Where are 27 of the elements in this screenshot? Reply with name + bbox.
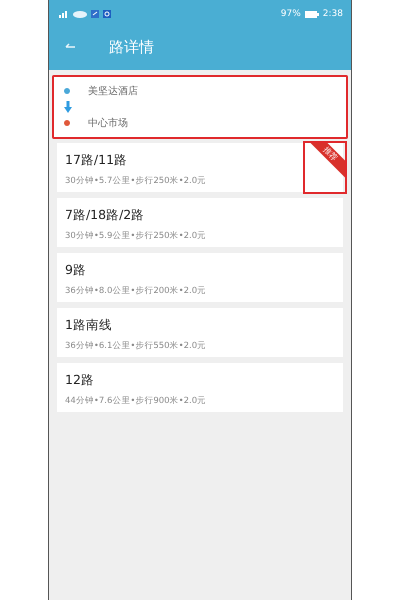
- trip-card[interactable]: 美坚达酒店 中心市场: [52, 75, 348, 139]
- stop-name: 中心市场: [88, 116, 128, 130]
- route-card[interactable]: 9路 36分钟•8.0公里•步行200米•2.0元: [57, 253, 343, 302]
- route-name: 1路南线: [65, 317, 113, 334]
- battery-percent: 97%: [280, 9, 301, 19]
- page-title: 路详情: [109, 38, 154, 56]
- route-details: 44分钟•7.6公里•步行900米•2.0元: [65, 395, 208, 407]
- down-arrow-icon: [64, 101, 72, 113]
- route-details: 36分钟•6.1公里•步行550米•2.0元: [65, 340, 208, 352]
- route-name: 17路/11路: [65, 152, 128, 169]
- app-icon: [103, 10, 111, 18]
- route-name: 9路: [65, 262, 87, 279]
- route-details: 30分钟•5.9公里•步行250米•2.0元: [65, 230, 208, 242]
- status-time: 2:38: [322, 9, 343, 19]
- route-card[interactable]: 1路南线 36分钟•6.1公里•步行550米•2.0元: [57, 308, 343, 357]
- route-name: 7路/18路/2路: [65, 207, 146, 224]
- stop-name: 美坚达酒店: [88, 84, 138, 98]
- route-name: 12路: [65, 372, 95, 389]
- back-icon[interactable]: [65, 43, 75, 51]
- notification-icon: [91, 10, 99, 18]
- signal-icon: [59, 10, 69, 18]
- cloud-icon: [73, 10, 87, 18]
- route-details: 36分钟•8.0公里•步行200米•2.0元: [65, 285, 208, 297]
- route-details: 30分钟•5.7公里•步行250米•2.0元: [65, 175, 208, 187]
- route-card[interactable]: 12路 44分钟•7.6公里•步行900米•2.0元: [57, 363, 343, 412]
- route-card[interactable]: 7路/18路/2路 30分钟•5.9公里•步行250米•2.0元: [57, 198, 343, 247]
- battery-icon: [304, 10, 319, 18]
